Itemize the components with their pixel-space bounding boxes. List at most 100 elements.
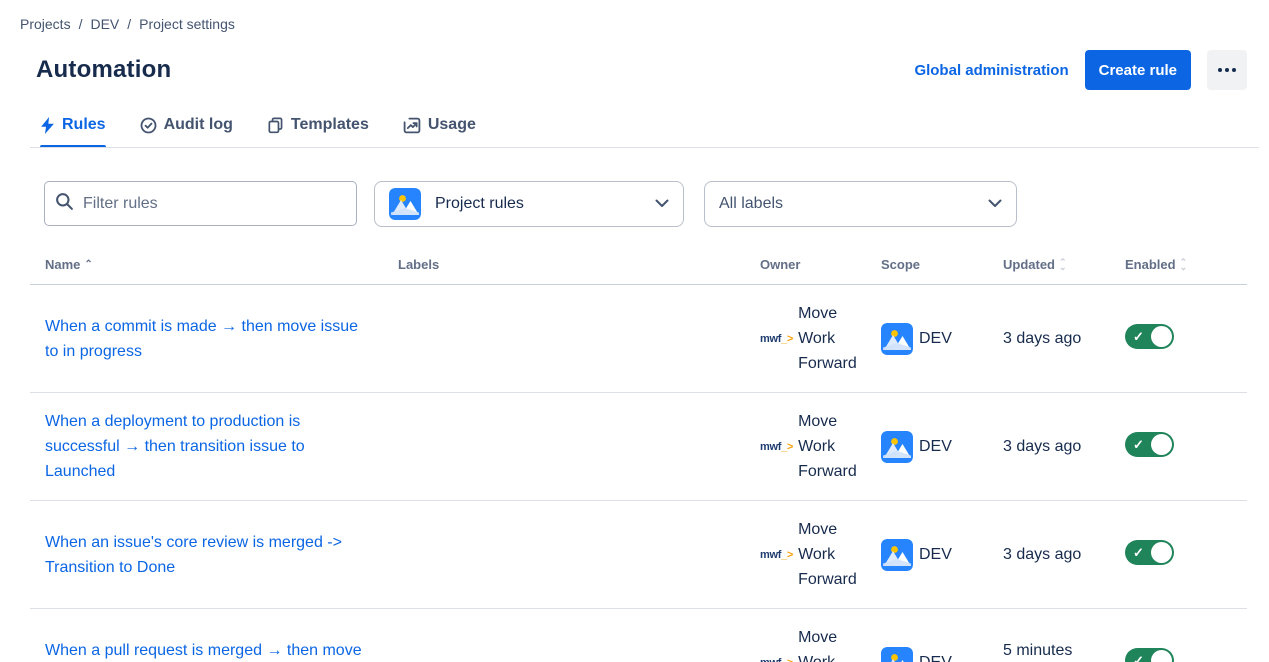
check-icon: ✓ (1133, 544, 1144, 561)
automation-settings-page: Projects / DEV / Project settings Automa… (0, 0, 1269, 662)
owner-logo-icon: mwf_> (760, 549, 793, 561)
tabs-bar: Rules Audit log Templates Usage (40, 116, 1247, 148)
owner-name: Move Work Forward (798, 625, 866, 662)
project-avatar-icon (881, 323, 913, 355)
page-title: Automation (36, 56, 171, 84)
owner-name: Move Work Forward (798, 301, 866, 376)
rule-owner: mwf_> Move Work Forward (745, 409, 866, 484)
rule-scope: DEV (866, 539, 988, 571)
rule-row: When an issue's core review is merged ->… (30, 501, 1247, 609)
project-rules-select-value: Project rules (435, 195, 641, 213)
project-avatar-icon (389, 188, 421, 220)
search-icon (55, 192, 74, 216)
chevron-down-icon (655, 195, 669, 213)
project-avatar-icon (881, 539, 913, 571)
column-header-enabled[interactable]: Enabled ⌃⌄ (1110, 257, 1247, 272)
sort-icon: ⌃⌄ (1180, 260, 1188, 270)
check-icon: ✓ (1133, 436, 1144, 453)
check-circle-icon (140, 117, 157, 134)
breadcrumb-separator: / (127, 16, 131, 32)
enabled-toggle[interactable]: ✓ (1125, 648, 1174, 662)
breadcrumb-project-settings[interactable]: Project settings (139, 16, 235, 32)
table-header-row: Name ⌃ Labels Owner Scope Updated ⌃⌄ Ena… (30, 257, 1247, 285)
breadcrumb-separator: / (79, 16, 83, 32)
filter-rules-search[interactable] (44, 181, 357, 226)
tab-label: Usage (428, 116, 476, 134)
global-administration-link[interactable]: Global administration (914, 62, 1068, 79)
page-header: Automation Global administration Create … (36, 50, 1247, 90)
tab-label: Rules (62, 116, 106, 134)
owner-name: Move Work Forward (798, 409, 866, 484)
column-header-labels: Labels (383, 257, 745, 272)
copy-pages-icon (267, 117, 284, 134)
toggle-knob (1151, 326, 1172, 347)
owner-logo-icon: mwf_> (760, 657, 793, 662)
tab-rules[interactable]: Rules (40, 116, 106, 148)
rule-name-link[interactable]: When a commit is made → then move issue … (45, 314, 375, 364)
rules-table: Name ⌃ Labels Owner Scope Updated ⌃⌄ Ena… (30, 257, 1247, 662)
scope-name: DEV (919, 654, 952, 662)
tabs-divider (30, 147, 1259, 148)
all-labels-select[interactable]: All labels (704, 181, 1017, 227)
scope-name: DEV (919, 438, 952, 456)
rule-scope: DEV (866, 647, 988, 662)
create-rule-button[interactable]: Create rule (1085, 50, 1191, 90)
rule-updated: 3 days ago (988, 542, 1110, 567)
column-header-name[interactable]: Name ⌃ (30, 257, 383, 272)
enabled-toggle[interactable]: ✓ (1125, 324, 1174, 349)
rule-scope: DEV (866, 323, 988, 355)
rule-scope: DEV (866, 431, 988, 463)
more-actions-button[interactable] (1207, 50, 1247, 90)
rule-row: When a deployment to production is succe… (30, 393, 1247, 501)
sort-icon: ⌃⌄ (1059, 260, 1067, 270)
check-icon: ✓ (1133, 328, 1144, 345)
owner-name: Move Work Forward (798, 517, 866, 592)
tab-usage[interactable]: Usage (403, 116, 476, 148)
breadcrumb-projects[interactable]: Projects (20, 16, 71, 32)
tab-label: Audit log (164, 116, 233, 134)
project-avatar-icon (881, 431, 913, 463)
tab-label: Templates (291, 116, 369, 134)
filters-row: Project rules All labels (44, 181, 1247, 227)
rule-owner: mwf_> Move Work Forward (745, 625, 866, 662)
breadcrumb: Projects / DEV / Project settings (20, 16, 1247, 32)
rule-name-link[interactable]: When a deployment to production is succe… (45, 409, 375, 484)
scope-name: DEV (919, 330, 952, 348)
toggle-knob (1151, 542, 1172, 563)
rule-row: When a commit is made → then move issue … (30, 285, 1247, 393)
toggle-knob (1151, 650, 1172, 662)
rule-row: When a pull request is merged → then mov… (30, 609, 1247, 662)
rule-updated: 5 minutes ago (988, 638, 1110, 662)
chevron-down-icon (988, 195, 1002, 213)
tab-audit-log[interactable]: Audit log (140, 116, 233, 148)
enabled-toggle[interactable]: ✓ (1125, 540, 1174, 565)
ellipsis-icon (1232, 68, 1236, 72)
ellipsis-icon (1218, 68, 1222, 72)
project-avatar-icon (881, 647, 913, 662)
header-actions: Global administration Create rule (914, 50, 1247, 90)
owner-logo-icon: mwf_> (760, 333, 793, 345)
project-rules-select[interactable]: Project rules (374, 181, 684, 227)
owner-logo-icon: mwf_> (760, 441, 793, 453)
rule-owner: mwf_> Move Work Forward (745, 517, 866, 592)
column-header-scope: Scope (866, 257, 988, 272)
toggle-knob (1151, 434, 1172, 455)
column-header-owner: Owner (745, 257, 866, 272)
rule-updated: 3 days ago (988, 326, 1110, 351)
tab-templates[interactable]: Templates (267, 116, 369, 148)
ellipsis-icon (1225, 68, 1229, 72)
rule-name-link[interactable]: When an issue's core review is merged ->… (45, 530, 375, 580)
sort-asc-icon: ⌃ (84, 260, 92, 270)
rule-updated: 3 days ago (988, 434, 1110, 459)
check-icon: ✓ (1133, 652, 1144, 662)
scope-name: DEV (919, 546, 952, 564)
filter-rules-input[interactable] (83, 195, 346, 213)
column-header-updated[interactable]: Updated ⌃⌄ (988, 257, 1110, 272)
lightning-bolt-icon (40, 117, 55, 134)
enabled-toggle[interactable]: ✓ (1125, 432, 1174, 457)
rule-name-link[interactable]: When a pull request is merged → then mov… (45, 638, 375, 662)
all-labels-select-value: All labels (719, 195, 988, 213)
breadcrumb-dev[interactable]: DEV (90, 16, 119, 32)
rule-owner: mwf_> Move Work Forward (745, 301, 866, 376)
trend-chart-icon (403, 117, 421, 134)
